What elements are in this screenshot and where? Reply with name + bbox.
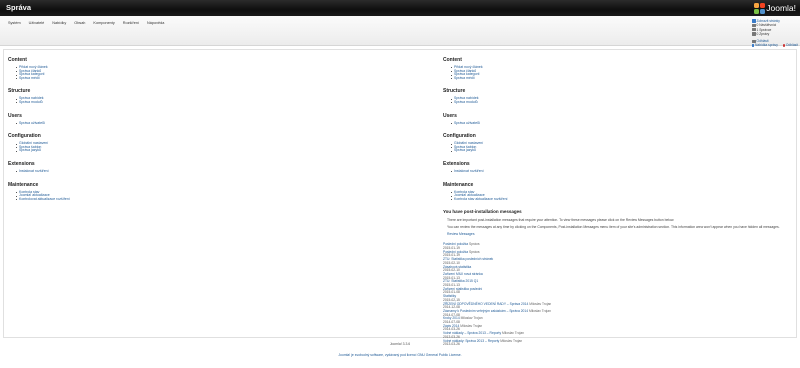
section-maintenance: Maintenance Kontrola stav Joomla! aktualiz… (443, 182, 800, 202)
quick-link[interactable]: Správa modulů (451, 100, 800, 105)
section-links: Správa uživatelů (16, 121, 368, 126)
menu-item-users[interactable]: Uživatelé (25, 20, 49, 26)
feed-item-author: Miloslav Trojan (502, 331, 525, 336)
status-hidden-menu[interactable]: Nabídka správy Odhlásit (752, 43, 798, 47)
section-links: Správa nabídek Správa modulů (16, 97, 368, 105)
joomla-logo-text: Joomla! (766, 3, 796, 13)
footer-license[interactable]: Joomla! je svobodný software, vydávaný p… (0, 353, 800, 357)
menu-item-extensions[interactable]: Rozšíření (119, 20, 143, 26)
section-title: Structure (443, 88, 466, 95)
feed-item: Kroky 2014 Miloslav Trojan 2014-07-08 (443, 317, 800, 324)
section-title: Content (443, 57, 462, 63)
section-title: Maintenance (443, 181, 474, 188)
feed-item-author: Miloslav Trojan (529, 301, 552, 306)
quick-link[interactable]: Správa uživatelů (16, 121, 368, 126)
section-links: Instalovat rozšíření (16, 169, 368, 174)
quick-link[interactable]: Instalovat rozšíření (451, 169, 800, 174)
section-configuration: Configuration Globální nastavení Správa ša… (8, 133, 368, 153)
section-users: Users Správa uživatelů (443, 113, 800, 126)
section-title: Users (8, 112, 22, 119)
section-title: Content (8, 57, 27, 63)
feed-item: Poslední položka Správa 2015-01-19 (443, 242, 800, 250)
section-structure: Structure Správa nabídek Správa modulů (443, 88, 800, 104)
feed-item-author: Miloslav Trojan (528, 308, 551, 313)
footer: Joomla! 3.3.6 Joomla! je svobodný softwa… (0, 342, 800, 357)
section-links: Kontrola stav Joomla! aktualizace Kontrola… (451, 190, 800, 202)
joomla-logo-icon (754, 2, 766, 14)
feed-item: ZTU: Statistika 2015 Q1 2015-01-13 (443, 279, 800, 287)
section-structure: Structure Správa nabídek Správa modulů (8, 88, 368, 104)
section-content: Content Přidat nový článek Správa článků Sp… (8, 57, 368, 80)
messages-text-2: You can review the messages at any time … (447, 225, 780, 230)
status-area: Zobrazit stránky 0 Návštěvníci 1 Správce… (752, 19, 798, 48)
messages-text-1: There are important post-installation me… (447, 218, 675, 223)
messages-title: You have post-installation messages (443, 209, 522, 215)
section-maintenance: Maintenance Kontrola stav Joomla! aktualiz… (8, 182, 368, 202)
top-header: Správa Joomla! (0, 0, 800, 16)
monitor-icon (752, 19, 756, 23)
joomla-logo[interactable]: Joomla! (754, 2, 796, 14)
control-panel: Content Přidat nový článek Správa článků Sp… (3, 49, 797, 346)
section-title: Extensions (8, 160, 35, 167)
section-links: Instalovat rozšíření (451, 169, 800, 174)
quick-link[interactable]: Správa uživatelů (451, 121, 800, 126)
quick-link[interactable]: Správa médií (451, 76, 800, 81)
section-extensions: Extensions Instalovat rozšíření (443, 161, 800, 174)
review-messages-button[interactable]: Review Messages (447, 232, 800, 236)
section-title: Structure (8, 88, 31, 95)
menu-item-content[interactable]: Obsah (70, 20, 89, 26)
quick-link[interactable]: Správa jazyků (451, 149, 800, 153)
section-title: Maintenance (8, 181, 39, 188)
mail-icon (752, 32, 756, 36)
section-links: Globální nastavení Správa šablon Správa ja… (451, 142, 800, 153)
feed-item: Záznamy k Posledním veřejným zakázkám – … (443, 308, 800, 317)
section-content: Content Přidat nový článek Správa článků Sp… (443, 57, 800, 80)
section-links: Kontrola stav Joomla! aktualizace Kontrolo… (16, 190, 368, 202)
quick-link[interactable]: Kontrolovat aktualizace rozšíření (16, 197, 368, 202)
menu-item-system[interactable]: Systém (4, 20, 25, 26)
postinstall-messages: You have post-installation messages There… (443, 209, 800, 347)
feed-item: Poslední položka Správa 2015-01-19 (443, 249, 800, 258)
section-title: Users (443, 112, 457, 119)
section-users: Users Správa uživatelů (8, 113, 368, 126)
menu-icon (752, 43, 754, 48)
main-menu: Systém Uživatelé Nabídky Obsah Komponent… (4, 20, 168, 26)
users-icon (752, 23, 756, 28)
menu-item-components[interactable]: Komponenty (89, 20, 118, 26)
quick-link[interactable]: Kontrola stav aktualizace rozšíření (451, 197, 800, 202)
footer-version: Joomla! 3.3.6 (389, 342, 411, 346)
quick-link[interactable]: Instalovat rozšíření (16, 169, 368, 174)
menu-item-help[interactable]: Nápověda (143, 20, 168, 26)
section-title: Configuration (8, 133, 41, 140)
quick-link[interactable]: Správa jazyků (16, 149, 368, 153)
section-title: Extensions (443, 160, 470, 167)
section-links: Správa nabídek Správa modulů (451, 97, 800, 105)
admin-menubar: Systém Uživatelé Nabídky Obsah Komponent… (0, 16, 800, 48)
section-extensions: Extensions Instalovat rozšíření (8, 161, 368, 174)
quick-link[interactable]: Správa modulů (16, 100, 368, 105)
feed-item: ZTU: Statistika posledních stránek 2015-… (443, 257, 800, 265)
section-configuration: Configuration Globální nastavení Správa ša… (443, 133, 800, 153)
feed-item: Zásahová statistika 2015-02-10 (443, 265, 800, 273)
left-column: Content Přidat nový článek Správa článků Sp… (8, 57, 368, 209)
feed-item-author: Správa (469, 249, 480, 254)
feed-item-author: Miloslav Trojan (460, 323, 483, 328)
section-links: Přidat nový článek Správa článků Správa ka… (16, 65, 368, 81)
feed-item-author: Správa (469, 242, 480, 247)
page-title: Správa (6, 3, 32, 12)
quick-link[interactable]: Správa médií (16, 76, 368, 81)
feed-item: Zařízení statistika poslední 2015-01-08 (443, 287, 800, 295)
section-links: Správa uživatelů (451, 121, 800, 126)
feed-item-author: Miloslav Trojan (460, 316, 483, 321)
section-links: Globální nastavení Správa šablon Správa ja… (16, 142, 368, 153)
right-column: Content Přidat nový článek Správa článků Sp… (443, 57, 800, 347)
admin-icon (752, 27, 756, 32)
warning-icon (782, 43, 785, 48)
news-feed: Poslední položka Správa 2015-01-19 Posledn… (443, 242, 800, 347)
section-links: Přidat nový článek Správa článků Správa ka… (451, 65, 800, 81)
menu-item-menus[interactable]: Nabídky (48, 20, 70, 26)
section-title: Configuration (443, 133, 476, 140)
feed-item: Zařízení MIUI nová stránka 2015-01-13 (443, 272, 800, 280)
